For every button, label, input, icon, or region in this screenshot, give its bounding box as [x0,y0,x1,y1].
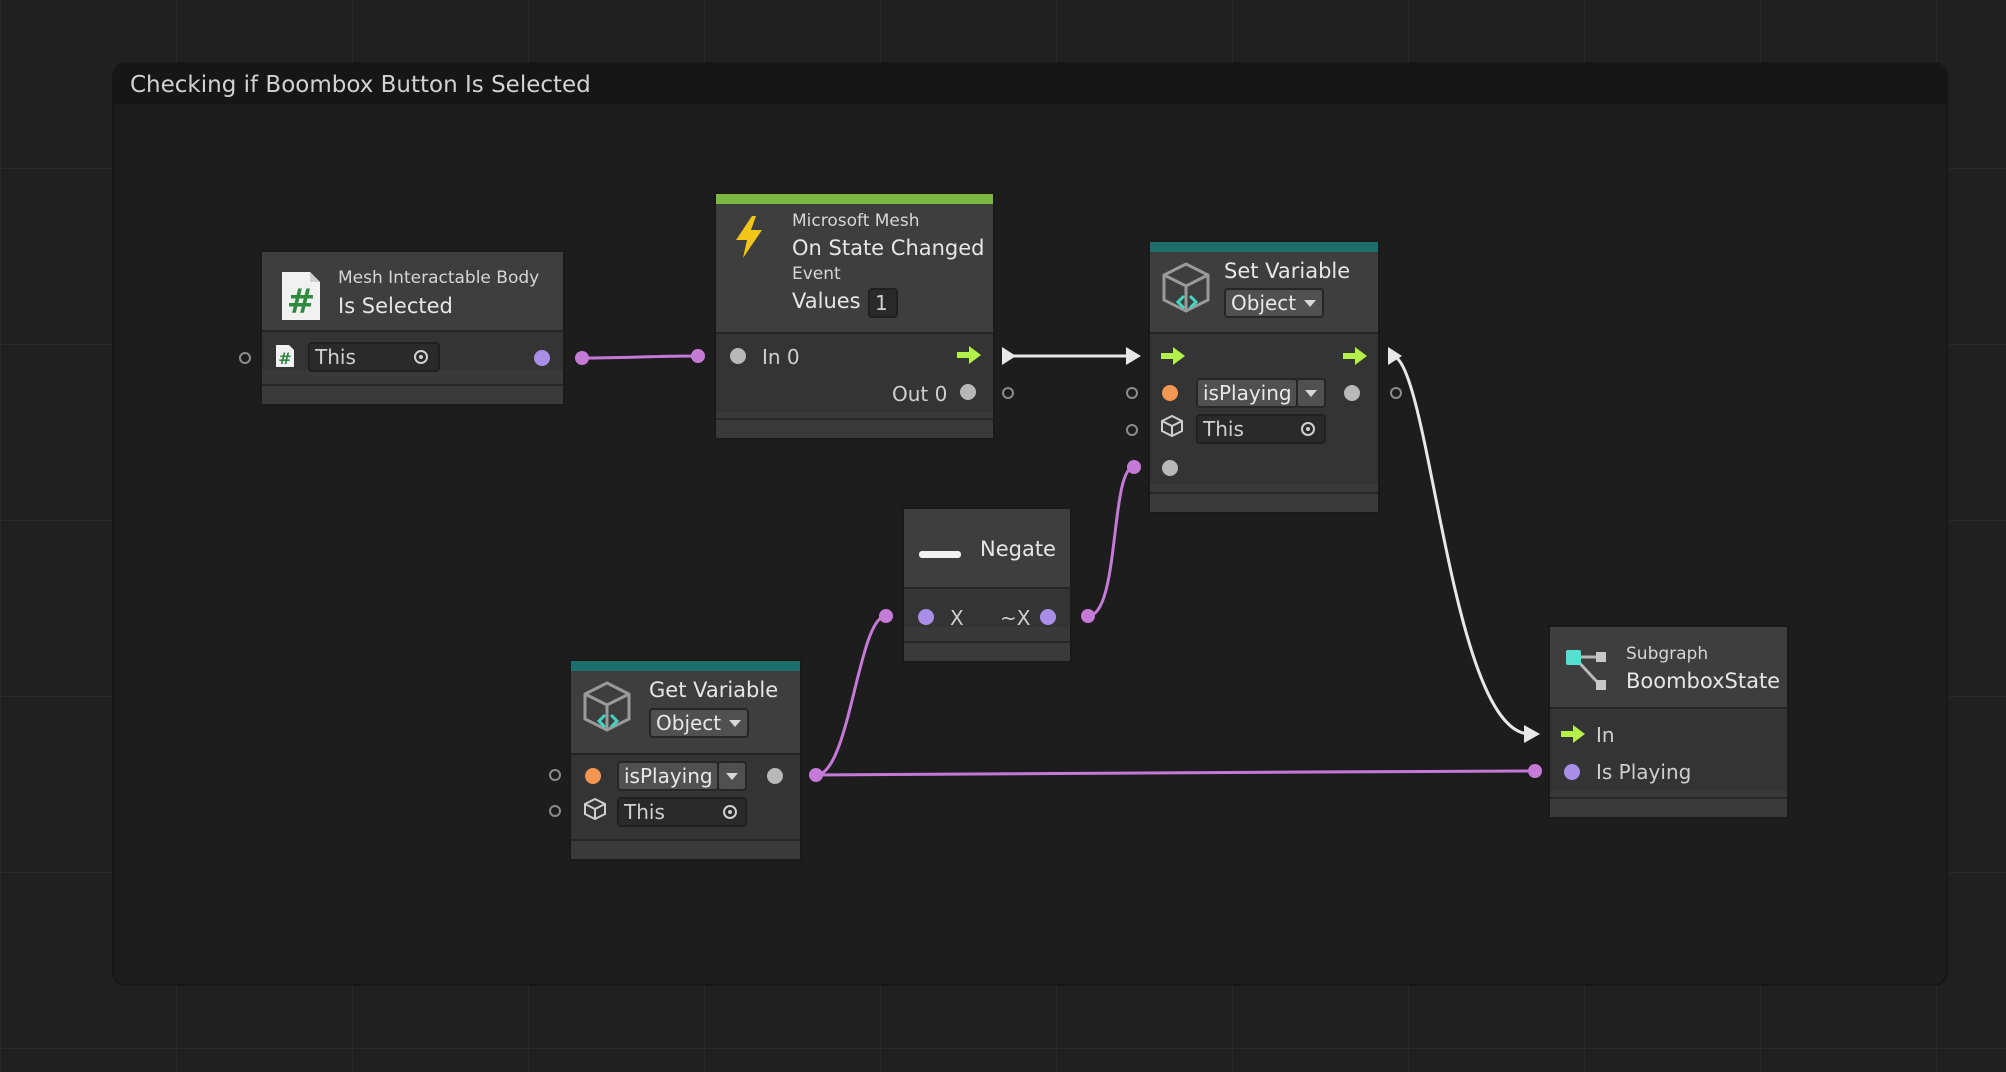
node-category: Microsoft Mesh [792,211,920,231]
port-label-x: X [950,606,964,630]
node-title: BoomboxState [1626,669,1781,693]
wire-negate-to-set [1087,465,1135,618]
cube-icon [583,797,607,825]
node-subtitle: Event [792,264,841,284]
output-port-is-selected[interactable] [534,350,550,366]
variable-header-bar [1150,242,1378,252]
flow-arrow-icon [956,345,982,369]
target-value: This [315,345,356,369]
flow-arrow-event-out [1002,347,1016,365]
flow-arrow-icon [1342,346,1368,370]
port-label-is-playing: Is Playing [1596,760,1692,784]
script-hash-icon: # [278,270,322,326]
node-title: Set Variable [1224,259,1351,283]
chevron-down-icon [729,720,741,727]
variable-value: isPlaying [624,764,713,788]
script-hash-small-icon: # [274,344,296,372]
cube-variable-icon [581,679,633,739]
wire-flow-set-to-subgraph [1391,354,1531,736]
node-on-state-changed[interactable]: Microsoft Mesh On State Changed Event Va… [714,192,995,440]
output-ring-value[interactable] [1390,387,1402,399]
svg-text:#: # [287,282,316,322]
flow-arrow-icon [1160,346,1186,370]
values-label: Values [792,289,861,313]
input-ring-variable-name[interactable] [1126,387,1138,399]
svg-text:#: # [278,349,291,368]
flow-arrow-icon [1560,724,1586,748]
node-category: Subgraph [1626,644,1709,664]
output-port-value[interactable] [767,768,783,784]
kind-value: Object [656,711,722,735]
output-port-not-x[interactable] [1040,609,1056,625]
node-title: Negate [980,537,1056,561]
node-title: Is Selected [338,294,453,318]
node-negate[interactable]: Negate X ~X [902,507,1072,663]
input-ring-target[interactable] [549,805,561,817]
input-ring-target[interactable] [1126,424,1138,436]
input-port-x[interactable] [918,609,934,625]
kind-value: Object [1231,291,1297,315]
node-set-variable[interactable]: Set Variable Object isPlaying This [1148,240,1380,514]
lightning-icon [732,214,766,264]
chevron-down-icon [726,773,738,780]
chevron-down-icon [1305,390,1317,397]
event-header-bar [716,194,993,204]
output-ring-out0[interactable] [1002,387,1014,399]
input-port-variable-name[interactable] [1162,385,1178,401]
node-subgraph[interactable]: Subgraph BoomboxState In Is Playing [1548,625,1789,819]
wire-get-to-subgraph [815,769,1536,777]
wire-get-to-negate [815,614,887,777]
input-port-in0[interactable] [730,348,746,364]
target-picker-icon[interactable] [723,805,737,819]
minus-icon [918,545,962,564]
variable-value: isPlaying [1203,381,1292,405]
variable-header-bar [571,661,800,671]
port-label-not-x: ~X [1000,606,1031,630]
node-is-selected[interactable]: # Mesh Interactable Body Is Selected # T… [260,250,565,406]
input-ring-variable-name[interactable] [549,769,561,781]
wire-is-selected-to-in0 [581,354,699,360]
port-label-out0: Out 0 [892,382,948,406]
input-port-is-playing[interactable] [1564,764,1580,780]
cube-variable-icon [1160,260,1212,320]
subgraph-icon [1564,647,1612,699]
values-count-field[interactable]: 1 [868,288,898,318]
flow-arrow-subgraph-in [1524,725,1540,743]
port-label-in: In [1596,723,1615,747]
chevron-down-icon [1304,300,1316,307]
cube-icon [1160,414,1184,442]
flow-arrow-set-in [1126,347,1141,365]
input-port-new-value[interactable] [1162,460,1178,476]
variable-field[interactable]: isPlaying [1196,378,1298,408]
node-get-variable[interactable]: Get Variable Object isPlaying This [569,659,802,861]
node-category: Mesh Interactable Body [338,268,540,288]
input-port-variable-name[interactable] [585,768,601,784]
port-label-in0: In 0 [762,345,800,369]
node-title: Get Variable [649,678,779,702]
target-value: This [1203,417,1244,441]
target-value: This [624,800,665,824]
output-port-value[interactable] [1344,385,1360,401]
target-picker-icon[interactable] [1301,422,1315,436]
target-picker-icon[interactable] [414,350,428,364]
node-title: On State Changed [792,236,985,260]
output-port-out0[interactable] [960,384,976,400]
variable-field[interactable]: isPlaying [617,761,719,791]
input-ring-is-selected[interactable] [239,352,251,364]
